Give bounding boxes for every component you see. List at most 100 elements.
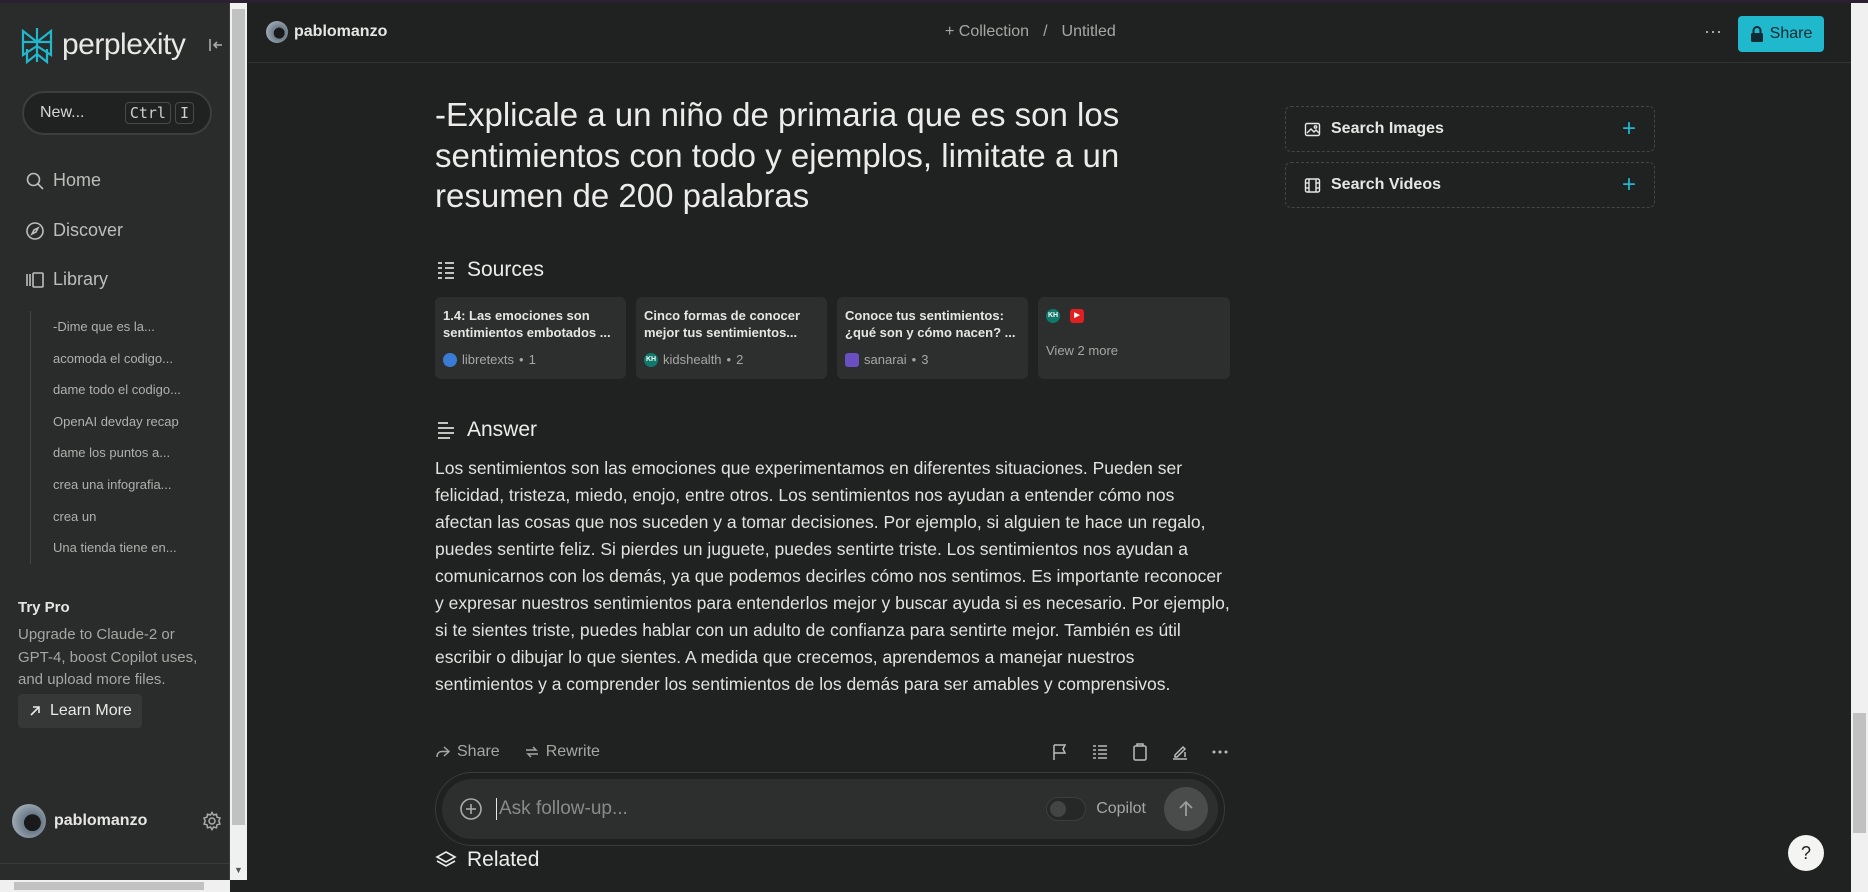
- gear-icon[interactable]: [202, 811, 222, 831]
- youtube-favicon-icon: ▶: [1070, 309, 1084, 323]
- answer-heading: Answer: [435, 418, 537, 442]
- learn-more-button[interactable]: Learn More: [18, 693, 142, 728]
- share-label: Share: [1769, 25, 1813, 42]
- sources-list-icon[interactable]: [1090, 742, 1110, 762]
- brand-logo[interactable]: perplexity: [20, 25, 186, 65]
- username: pablomanzo: [54, 812, 148, 829]
- scrollbar-thumb[interactable]: [14, 882, 204, 890]
- more-options-icon[interactable]: ···: [1704, 21, 1722, 42]
- source-site: libretexts: [462, 352, 515, 367]
- sidebar-item-library[interactable]: Library: [25, 269, 215, 290]
- library-thread-item[interactable]: dame los puntos a...: [31, 437, 200, 469]
- related-heading: Related: [435, 848, 539, 872]
- sources-heading-label: Sources: [467, 258, 545, 281]
- add-videos-plus-icon[interactable]: +: [1622, 173, 1636, 197]
- search-icon: [26, 172, 44, 190]
- answer-text: Los sentimientos son las emociones que e…: [435, 458, 1230, 694]
- author-name: pablomanzo: [294, 23, 388, 40]
- submit-button[interactable]: [1164, 787, 1208, 831]
- share-answer-label: Share: [457, 743, 500, 760]
- source-site: kidshealth: [663, 352, 722, 367]
- source-index: 1: [528, 352, 536, 367]
- sidebar-item-home[interactable]: Home: [25, 170, 215, 191]
- source-card[interactable]: Cinco formas de conocer mejor tus sentim…: [636, 297, 827, 379]
- edit-icon[interactable]: [1170, 742, 1190, 762]
- add-images-plus-icon[interactable]: +: [1622, 117, 1636, 141]
- shortcut-i: I: [174, 102, 194, 124]
- follow-up-input[interactable]: [496, 798, 1047, 820]
- new-thread-button[interactable]: New... Ctrl I: [22, 91, 212, 135]
- copilot-toggle[interactable]: [1046, 797, 1087, 821]
- search-images-label: Search Images: [1331, 120, 1444, 137]
- library-thread-item[interactable]: acomoda el codigo...: [31, 343, 200, 375]
- source-meta: libretexts • 1: [443, 352, 618, 367]
- layers-icon: [435, 851, 457, 867]
- share-answer-button[interactable]: Share: [435, 743, 500, 761]
- answer-icon: [438, 422, 454, 439]
- search-videos-label: Search Videos: [1331, 176, 1441, 193]
- breadcrumb: + Collection / Untitled: [945, 23, 1116, 41]
- scrollbar-thumb[interactable]: [1853, 713, 1866, 833]
- source-title: Conoce tus sentimientos: ¿qué son y cómo…: [845, 308, 1016, 340]
- library-thread-item[interactable]: Una tienda tiene en...: [31, 532, 200, 564]
- search-images-label-row: Search Images: [1304, 120, 1622, 138]
- sources-icon: [438, 262, 454, 279]
- library-thread-list: -Dime que es la... acomoda el codigo... …: [30, 311, 200, 564]
- copilot-label: Copilot: [1096, 800, 1146, 817]
- rewrite-icon: [525, 746, 538, 758]
- add-to-collection-button[interactable]: + Collection: [945, 23, 1029, 41]
- more-options-icon[interactable]: [1210, 742, 1230, 762]
- help-button[interactable]: ?: [1788, 835, 1824, 871]
- view-more-sources-card[interactable]: KH ▶ View 2 more: [1038, 297, 1230, 379]
- library-thread-item[interactable]: OpenAI devday recap: [31, 406, 200, 438]
- lock-icon: [1750, 26, 1763, 42]
- scrollbar-thumb[interactable]: [232, 9, 245, 825]
- sidebar-item-label: Library: [53, 269, 109, 289]
- view-more-label: View 2 more: [1046, 343, 1119, 358]
- answer-tools: [1050, 742, 1230, 762]
- source-title: Cinco formas de conocer mejor tus sentim…: [644, 308, 801, 340]
- library-thread-item[interactable]: crea una infografia...: [31, 469, 200, 501]
- search-videos-label-row: Search Videos: [1304, 176, 1622, 194]
- sidebar-item-discover[interactable]: Discover: [25, 220, 215, 241]
- user-profile-row[interactable]: pablomanzo: [12, 801, 222, 841]
- source-card[interactable]: Conoce tus sentimientos: ¿qué son y cómo…: [837, 297, 1028, 379]
- library-thread-item[interactable]: crea un: [31, 501, 200, 533]
- arrow-up-icon: [1179, 800, 1193, 816]
- sidebar-horizontal-scrollbar[interactable]: [0, 880, 230, 892]
- library-thread-item[interactable]: -Dime que es la...: [31, 311, 200, 343]
- collapse-sidebar-icon[interactable]: [208, 37, 224, 53]
- compass-icon: [26, 221, 44, 240]
- thread-title-breadcrumb[interactable]: Untitled: [1062, 23, 1116, 41]
- search-images-panel[interactable]: Search Images +: [1285, 106, 1655, 152]
- sidebar-item-label: Home: [53, 170, 102, 190]
- scroll-down-arrow-icon[interactable]: ▼: [233, 865, 244, 876]
- new-thread-label: New...: [40, 104, 85, 121]
- more-source-icons: KH ▶: [1046, 309, 1222, 323]
- source-title: 1.4: Las emociones son sentimientos embo…: [443, 308, 611, 340]
- collection-label: Collection: [958, 23, 1030, 40]
- try-pro-title: Try Pro: [18, 599, 70, 616]
- attach-plus-icon[interactable]: [458, 796, 484, 822]
- sidebar-scrollbar[interactable]: ▼: [230, 3, 247, 880]
- flag-icon[interactable]: [1050, 742, 1070, 762]
- try-pro-panel: Try Pro Upgrade to Claude-2 or GPT-4, bo…: [18, 599, 208, 728]
- libretexts-favicon-icon: [443, 352, 457, 367]
- share-button[interactable]: Share: [1738, 16, 1824, 52]
- library-thread-item[interactable]: dame todo el codigo...: [31, 374, 200, 406]
- share-arrow-icon: [436, 746, 451, 758]
- copy-clipboard-icon[interactable]: [1130, 742, 1150, 762]
- sources-list: 1.4: Las emociones son sentimientos embo…: [435, 297, 1230, 379]
- answer-heading-label: Answer: [467, 418, 538, 441]
- source-card[interactable]: 1.4: Las emociones son sentimientos embo…: [435, 297, 626, 379]
- avatar: [266, 21, 288, 43]
- main-scrollbar[interactable]: [1851, 3, 1868, 892]
- sanarai-favicon-icon: [845, 352, 859, 367]
- rewrite-button[interactable]: Rewrite: [524, 743, 600, 761]
- rewrite-label: Rewrite: [545, 743, 600, 760]
- thread-question-title: -Explicale a un niño de primaria que es …: [435, 96, 1120, 214]
- search-videos-panel[interactable]: Search Videos +: [1285, 162, 1655, 208]
- thread-author[interactable]: pablomanzo: [266, 21, 387, 43]
- sidebar-divider: [0, 863, 230, 864]
- top-bar: pablomanzo + Collection / Untitled ··· S…: [248, 3, 1851, 63]
